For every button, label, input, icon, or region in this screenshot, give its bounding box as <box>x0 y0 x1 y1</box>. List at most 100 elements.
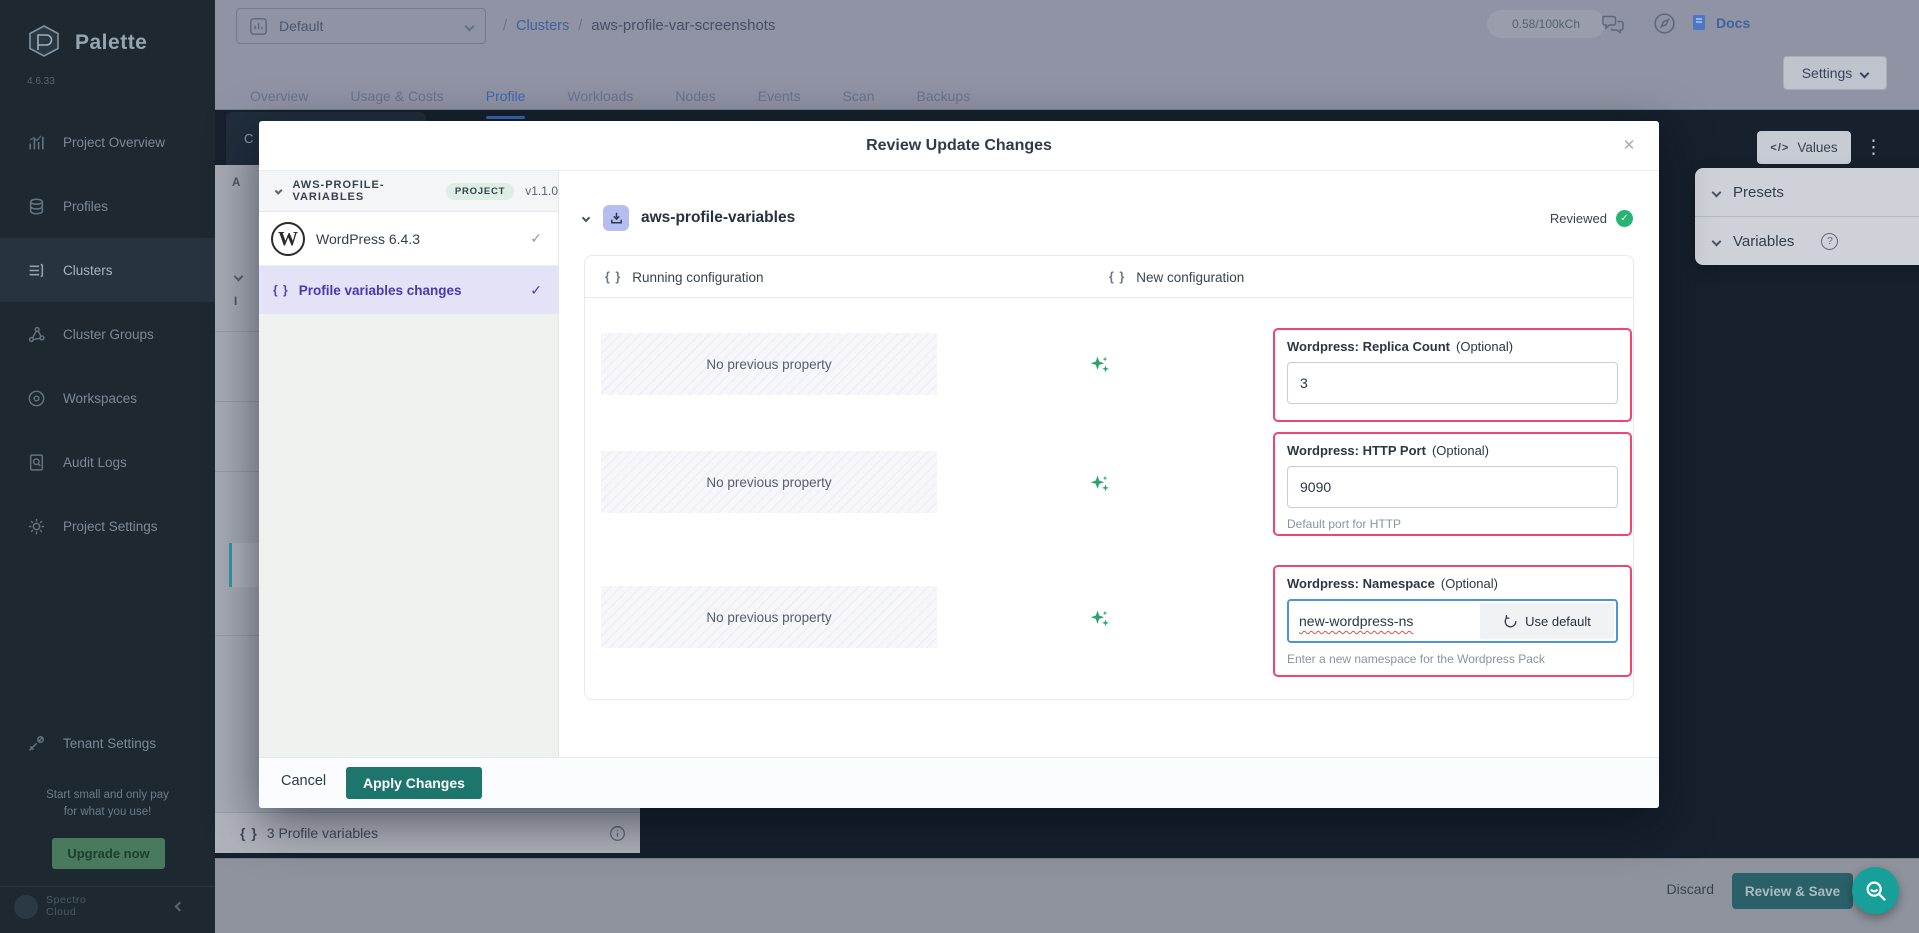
chat-icon[interactable] <box>1600 13 1626 36</box>
field-label: Wordpress: Namespace(Optional) <box>1287 576 1618 591</box>
docs-label: Docs <box>1716 15 1750 31</box>
page-header: Default / Clusters / aws-profile-var-scr… <box>215 0 1919 110</box>
field-label: Wordpress: Replica Count(Optional) <box>1287 339 1618 354</box>
http-port-input[interactable] <box>1287 466 1618 508</box>
app-version: 4.6.33 <box>27 76 55 87</box>
kebab-menu-icon[interactable]: ⋮ <box>1864 131 1882 164</box>
tab-nodes[interactable]: Nodes <box>675 82 715 110</box>
sidebar-item-project-settings[interactable]: Project Settings <box>0 498 215 554</box>
sidebar-item-profiles[interactable]: Profiles <box>0 178 215 234</box>
close-icon[interactable]: ✕ <box>1617 134 1641 158</box>
assistant-search-fab[interactable] <box>1852 867 1899 914</box>
usage-quota-value: 0.58/100kCh <box>1512 17 1580 31</box>
tab-profile[interactable]: Profile <box>486 82 526 110</box>
sidebar-item-workspaces[interactable]: Workspaces <box>0 370 215 426</box>
tab-overview[interactable]: Overview <box>250 82 308 110</box>
cluster-settings-button[interactable]: Settings <box>1783 56 1887 90</box>
column-label: New configuration <box>1136 270 1244 285</box>
review-save-button[interactable]: Review & Save <box>1732 873 1853 909</box>
project-selector-label: Default <box>279 18 323 34</box>
pack-nav-item-wordpress[interactable]: W WordPress 6.4.3 ✓ <box>259 212 558 266</box>
upgrade-now-button[interactable]: Upgrade now <box>52 838 165 869</box>
tab-backups[interactable]: Backups <box>917 82 971 110</box>
breadcrumb: / Clusters / aws-profile-var-screenshots <box>503 17 775 34</box>
sidebar-item-cluster-groups[interactable]: Cluster Groups <box>0 306 215 362</box>
field-label-text: Wordpress: HTTP Port <box>1287 443 1426 458</box>
braces-icon: { } <box>240 825 258 841</box>
tools-icon <box>27 734 46 753</box>
chevron-down-icon <box>234 272 244 282</box>
profile-variables-bar[interactable]: { } 3 Profile variables <box>215 812 640 853</box>
new-value-sparkle-icon <box>1089 473 1111 495</box>
replica-count-input[interactable] <box>1287 362 1618 404</box>
values-button[interactable]: </> Values <box>1757 131 1851 164</box>
no-previous-property-box: No previous property <box>601 586 937 648</box>
presets-section[interactable]: Presets <box>1695 168 1919 216</box>
docs-link[interactable]: Docs <box>1690 13 1750 32</box>
restore-history-icon <box>1503 614 1518 629</box>
palette-app: Default / Clusters / aws-profile-var-scr… <box>0 0 1919 933</box>
sidebar-item-tenant-settings[interactable]: Tenant Settings <box>0 715 215 771</box>
bar-chart-icon <box>27 133 46 152</box>
collapse-sidebar-icon[interactable] <box>175 902 185 912</box>
settings-label: Settings <box>1802 65 1853 81</box>
concentric-circles-icon <box>27 389 46 408</box>
document-search-icon <box>27 453 46 472</box>
modal-footer: Cancel Apply Changes <box>259 757 1659 808</box>
sidebar-item-label: Workspaces <box>63 391 137 406</box>
running-configuration-column: { } Running configuration <box>605 256 764 298</box>
tab-workloads[interactable]: Workloads <box>567 82 633 110</box>
sidebar-item-project-overview[interactable]: Project Overview <box>0 114 215 170</box>
diff-columns-header: { } Running configuration { } New config… <box>585 256 1633 298</box>
compass-help-icon[interactable] <box>1652 11 1677 36</box>
cluster-list-icon <box>27 261 46 280</box>
tab-scan[interactable]: Scan <box>843 82 875 110</box>
braces-icon: { } <box>1109 270 1125 284</box>
brand-line-2: Cloud <box>46 906 86 918</box>
field-label-text: Wordpress: Replica Count <box>1287 339 1450 354</box>
spectro-cloud-brand: Spectro Cloud <box>46 894 86 918</box>
sidebar-brand-footer: Spectro Cloud <box>0 886 215 933</box>
sidebar: Palette 4.6.33 Project Overview Profiles… <box>0 0 215 933</box>
docs-book-icon <box>1690 13 1708 32</box>
column-label: Running configuration <box>632 270 763 285</box>
pack-section-header[interactable]: aws-profile-variables Reviewed ✓ <box>559 201 1659 235</box>
reviewed-status: Reviewed ✓ <box>1550 210 1633 227</box>
sidebar-item-label: Project Overview <box>63 135 165 150</box>
namespace-field-highlight: Wordpress: Namespace(Optional) new-wordp… <box>1273 565 1632 677</box>
cancel-button[interactable]: Cancel <box>281 773 326 789</box>
modal-title: Review Update Changes <box>259 137 1659 155</box>
gear-icon <box>27 517 46 536</box>
sidebar-item-clusters[interactable]: Clusters <box>0 238 215 302</box>
sidebar-item-label: Project Settings <box>63 519 158 534</box>
info-icon[interactable] <box>609 825 626 842</box>
sidebar-item-label: Tenant Settings <box>63 736 156 751</box>
use-default-button[interactable]: Use default <box>1480 603 1614 639</box>
breadcrumb-page-title: aws-profile-var-screenshots <box>591 17 775 34</box>
project-selector[interactable]: Default <box>236 8 486 44</box>
profile-header-row[interactable]: AWS-PROFILE-VARIABLES PROJECT v1.1.0 <box>259 171 558 212</box>
sidebar-item-audit-logs[interactable]: Audit Logs <box>0 434 215 490</box>
presets-label: Presets <box>1733 184 1784 201</box>
field-optional-tag: (Optional) <box>1432 443 1489 458</box>
pack-nav-label: Profile variables changes <box>299 283 462 298</box>
pack-nav-item-profile-variables[interactable]: { } Profile variables changes ✓ <box>259 266 558 314</box>
apply-changes-button[interactable]: Apply Changes <box>346 767 482 799</box>
namespace-input[interactable]: new-wordpress-ns Use default <box>1287 599 1618 643</box>
replica-count-field-highlight: Wordpress: Replica Count(Optional) <box>1273 328 1632 422</box>
palette-logo-icon <box>26 24 62 62</box>
sidebar-item-label: Audit Logs <box>63 455 127 470</box>
spectro-cloud-logo-icon <box>14 895 38 919</box>
tab-usage-costs[interactable]: Usage & Costs <box>350 82 443 110</box>
upgrade-promo-text: Start small and only pay for what you us… <box>0 787 215 821</box>
tab-events[interactable]: Events <box>758 82 801 110</box>
help-icon[interactable]: ? <box>1821 233 1838 250</box>
discard-button[interactable]: Discard <box>1667 881 1714 897</box>
chevron-down-icon <box>465 21 475 31</box>
breadcrumb-clusters-link[interactable]: Clusters <box>516 18 569 34</box>
no-previous-property-box: No previous property <box>601 451 937 513</box>
pack-deploy-icon <box>603 205 629 231</box>
modal-pack-nav: AWS-PROFILE-VARIABLES PROJECT v1.1.0 W W… <box>259 171 559 757</box>
variables-section[interactable]: Variables ? <box>1695 217 1919 265</box>
review-update-changes-modal: Review Update Changes ✕ AWS-PROFILE-VARI… <box>259 121 1659 808</box>
